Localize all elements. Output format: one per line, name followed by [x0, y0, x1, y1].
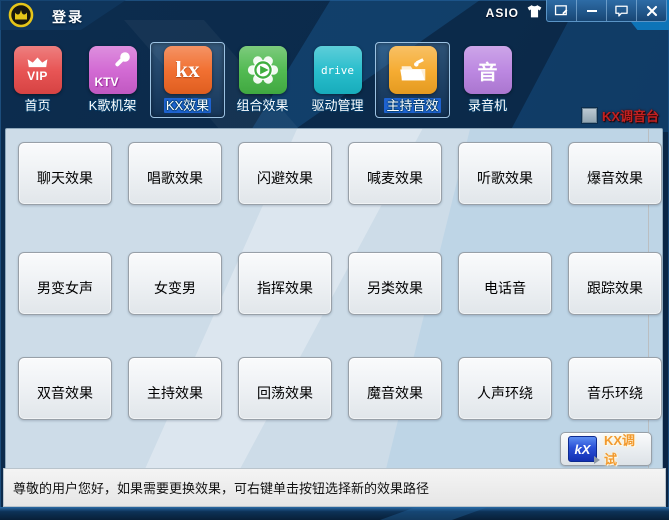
nav-item-combo-effects[interactable]: 组合效果: [225, 42, 300, 118]
minimize-button[interactable]: [576, 0, 606, 21]
effects-row: 双音效果 主持效果 回荡效果 魔音效果 人声环绕 音乐环绕: [18, 357, 662, 420]
effect-button-reverb[interactable]: 回荡效果: [238, 357, 332, 420]
effect-button-boom[interactable]: 爆音效果: [568, 142, 662, 205]
nav-label: 主持音效: [384, 98, 440, 113]
main-nav: VIP 首页 KTV K歌机架 kx KX效果: [0, 42, 525, 118]
note-edit-icon: [554, 4, 569, 17]
kx-icon-text: kx: [175, 57, 199, 83]
drive-icon: drive: [314, 46, 362, 94]
effect-button-dodge[interactable]: 闪避效果: [238, 142, 332, 205]
effect-button-telephone[interactable]: 电话音: [458, 252, 552, 315]
effect-button-musicsurround[interactable]: 音乐环绕: [568, 357, 662, 420]
nav-label: 驱动管理: [311, 98, 363, 113]
kx-mixer-toggle[interactable]: KX调音台: [582, 106, 659, 125]
kx-speaker-icon: kX: [568, 436, 597, 462]
microphone-icon: [112, 50, 132, 70]
effect-button-host[interactable]: 主持效果: [128, 357, 222, 420]
minimize-icon: [587, 10, 597, 12]
nav-label: 组合效果: [236, 98, 288, 113]
effect-button-tracking[interactable]: 跟踪效果: [568, 252, 662, 315]
effects-row: 男变女声 女变男 指挥效果 另类效果 电话音 跟踪效果: [18, 252, 662, 315]
skin-button[interactable]: [525, 4, 545, 20]
shirt-icon: [525, 4, 544, 19]
nav-item-driver-manager[interactable]: drive 驱动管理: [300, 42, 375, 118]
vip-home-icon: VIP: [14, 46, 62, 94]
nav-label: KX效果: [164, 98, 211, 113]
close-icon: [646, 5, 658, 17]
kx-icon: kx: [164, 46, 212, 94]
effect-button-shoutmic[interactable]: 喊麦效果: [348, 142, 442, 205]
login-link[interactable]: 登录: [52, 7, 84, 27]
effect-button-female2male[interactable]: 女变男: [128, 252, 222, 315]
nav-item-home[interactable]: VIP 首页: [0, 42, 75, 118]
effect-button-dualtone[interactable]: 双音效果: [18, 357, 112, 420]
drive-icon-text: drive: [321, 64, 354, 77]
effect-button-conduct[interactable]: 指挥效果: [238, 252, 332, 315]
crown-logo-icon: [8, 2, 34, 28]
effect-button-alternative[interactable]: 另类效果: [348, 252, 442, 315]
recorder-icon: 音: [464, 46, 512, 94]
effect-button-listen[interactable]: 听歌效果: [458, 142, 552, 205]
status-message: 尊敬的用户您好，如果需要更换效果，可右键单击按钮选择新的效果路径: [13, 478, 429, 497]
app-window: 登录 ASIO: [0, 0, 669, 520]
effect-button-male2female[interactable]: 男变女声: [18, 252, 112, 315]
window-controls: [546, 0, 667, 22]
nav-item-recorder[interactable]: 音 录音机: [450, 42, 525, 118]
nav-label: K歌机架: [89, 98, 137, 113]
app-logo: [8, 2, 34, 28]
host-folder-icon: [389, 46, 437, 94]
footer-strip: [0, 507, 669, 520]
effect-button-vocalsurround[interactable]: 人声环绕: [458, 357, 552, 420]
ktv-icon-text: KTV: [95, 75, 119, 89]
nav-label: 录音机: [468, 98, 507, 113]
vip-icon-text: VIP: [27, 69, 48, 83]
combo-play-icon: [239, 46, 287, 94]
flower-play-icon: [246, 53, 280, 87]
close-button[interactable]: [636, 0, 666, 21]
crown-icon: [26, 57, 49, 68]
asio-button[interactable]: ASIO: [486, 6, 519, 20]
kx-debug-button[interactable]: kX KX调试: [560, 432, 652, 466]
status-bar: 尊敬的用户您好，如果需要更换效果，可右键单击按钮选择新的效果路径: [3, 468, 666, 507]
nav-item-host-sounds[interactable]: 主持音效: [375, 42, 450, 118]
effects-row: 聊天效果 唱歌效果 闪避效果 喊麦效果 听歌效果 爆音效果: [18, 142, 662, 205]
kx-mixer-label: KX调音台: [602, 106, 659, 125]
ktv-mic-icon: KTV: [89, 46, 137, 94]
message-button[interactable]: [606, 0, 636, 21]
effect-button-sing[interactable]: 唱歌效果: [128, 142, 222, 205]
effect-button-magicvoice[interactable]: 魔音效果: [348, 357, 442, 420]
effect-button-chat[interactable]: 聊天效果: [18, 142, 112, 205]
recorder-icon-text: 音: [478, 56, 498, 85]
kx-debug-label: KX调试: [604, 430, 644, 468]
folder-music-icon: [396, 53, 430, 87]
nav-label: 首页: [24, 98, 50, 113]
nav-item-kx-effects[interactable]: kx KX效果: [150, 42, 225, 118]
nav-item-ktv-rack[interactable]: KTV K歌机架: [75, 42, 150, 118]
chat-bubble-icon: [614, 4, 629, 17]
effects-panel: 聊天效果 唱歌效果 闪避效果 喊麦效果 听歌效果 爆音效果 男变女声 女变男 指…: [5, 128, 663, 470]
kx-mixer-checkbox[interactable]: [582, 108, 597, 123]
titlebar: 登录 ASIO: [0, 0, 669, 30]
feedback-button[interactable]: [547, 0, 576, 21]
